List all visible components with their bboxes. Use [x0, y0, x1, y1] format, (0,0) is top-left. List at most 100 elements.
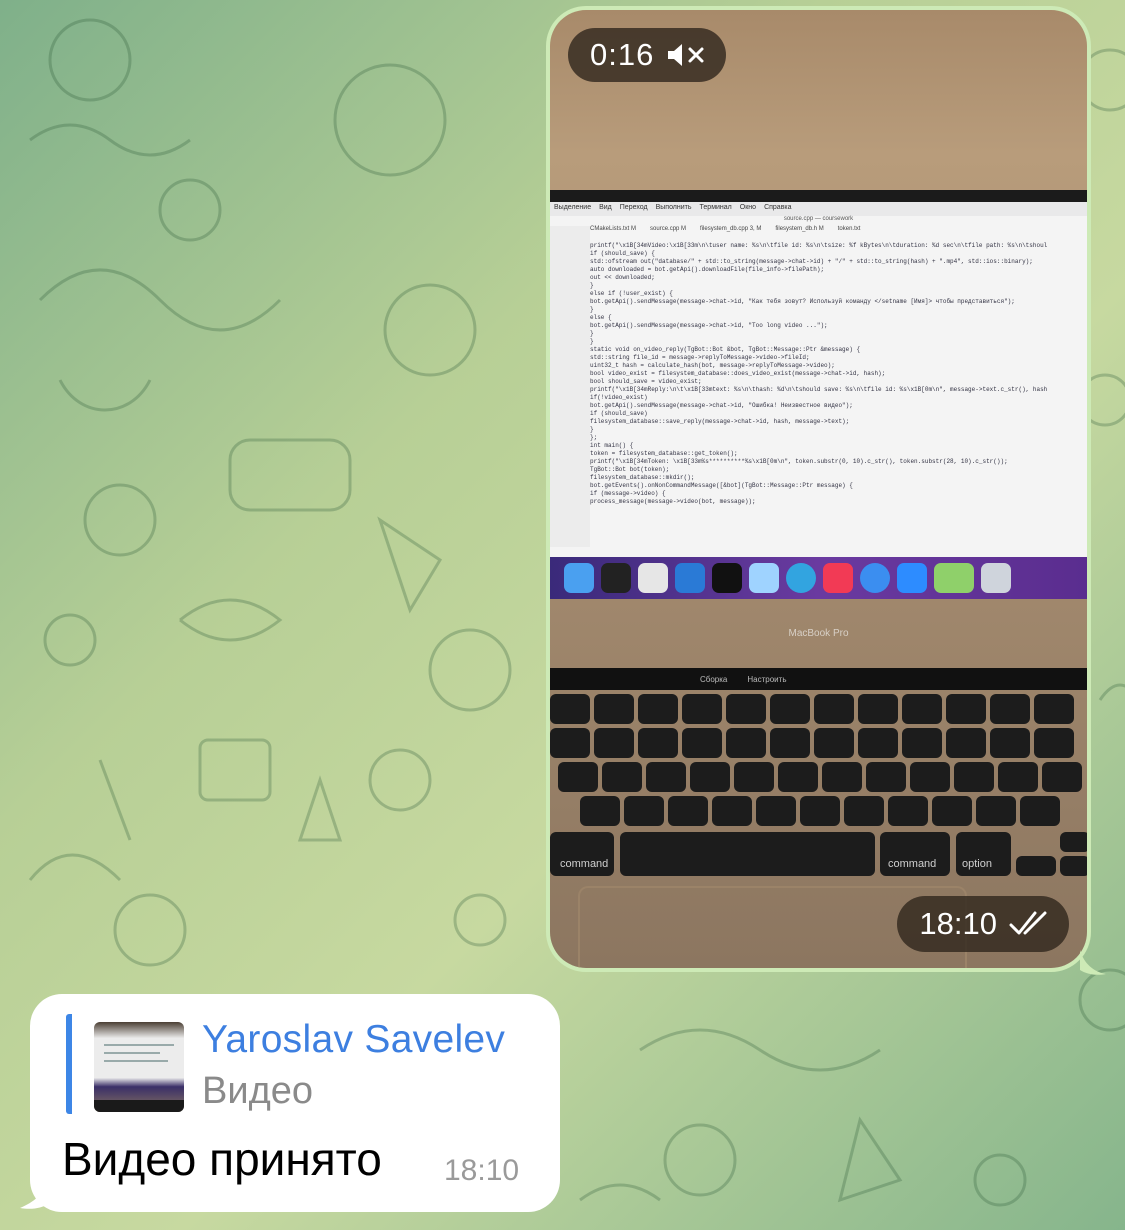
- finder-icon: [564, 563, 594, 593]
- quoted-author: Yaroslav Savelev: [202, 1018, 506, 1061]
- video-keyboard-key: [858, 728, 898, 758]
- video-code-line: }: [590, 306, 594, 313]
- video-menu-item: Переход: [619, 204, 648, 211]
- video-keyboard-key: [550, 694, 590, 724]
- video-code-line: if (should_save) {: [590, 250, 655, 257]
- video-editor-tab: filesystem_db.h M: [775, 226, 824, 232]
- video-editor-tab: token.txt: [837, 226, 861, 232]
- trash-icon: [981, 563, 1011, 593]
- video-keyboard-key: [1034, 728, 1074, 758]
- video-code-line: bot.getApi().sendMessage(message->chat->…: [590, 402, 853, 409]
- activity-monitor-icon: [601, 563, 631, 593]
- video-keyboard-key: [814, 694, 854, 724]
- video-code-line: if(!video_exist): [590, 394, 648, 401]
- video-keyboard-key: [800, 796, 840, 826]
- video-code-line: int main() {: [590, 442, 634, 449]
- video-keyboard-key: [998, 762, 1038, 792]
- quoted-video-thumbnail: [94, 1022, 184, 1112]
- video-code-line: printf("\x1B[34mVideo:\x1B[33m\n\tuser n…: [590, 242, 1048, 249]
- thumbnail-keyboard: [94, 1100, 184, 1112]
- video-keyboard-key: [682, 728, 722, 758]
- settings-icon: [638, 563, 668, 593]
- double-check-icon: [1009, 911, 1047, 935]
- video-keyboard-key: [594, 694, 634, 724]
- video-menu-item: Окно: [739, 204, 757, 211]
- zoom-icon: [897, 563, 927, 593]
- video-code-line: out << downloaded;: [590, 274, 655, 281]
- video-keyboard-key: [990, 728, 1030, 758]
- video-code-line: }: [590, 338, 594, 345]
- video-keyboard-key: [866, 762, 906, 792]
- outgoing-bubble-tail: [1080, 950, 1106, 975]
- thumbnail-code-line: [104, 1044, 174, 1046]
- video-code-line: bot.getApi().sendMessage(message->chat->…: [590, 322, 828, 329]
- video-ide-window: Выделение Вид Переход Выполнить Терминал…: [550, 202, 1087, 575]
- video-code-line: }: [590, 426, 594, 433]
- video-code-line: else {: [590, 314, 612, 321]
- video-keyboard-key: [770, 728, 810, 758]
- video-code-line: static void on_video_reply(TgBot::Bot &b…: [590, 346, 861, 353]
- video-code-editor: printf("\x1B[34mVideo:\x1B[33m\n\tuser n…: [590, 242, 1051, 547]
- video-key-option: option: [956, 832, 1011, 876]
- video-menu-item: Вид: [599, 204, 612, 211]
- video-keyboard-key: [602, 762, 642, 792]
- video-keyboard-key: [932, 796, 972, 826]
- video-keyboard-key: [638, 694, 678, 724]
- downloads-icon: [934, 563, 974, 593]
- video-code-line: printf("\x1B[34mToken: \x1B[33m%s*******…: [590, 458, 1008, 465]
- video-keyboard-key: [682, 694, 722, 724]
- video-keyboard-key: [594, 728, 634, 758]
- video-mac-menubar: Выделение Вид Переход Выполнить Терминал…: [550, 202, 1087, 216]
- video-time-badge: 18:10: [897, 896, 1069, 952]
- video-keyboard-key: [822, 762, 862, 792]
- video-keyboard-key: [726, 728, 766, 758]
- video-keyboard-key: [712, 796, 752, 826]
- video-menu-item: Терминал: [699, 204, 732, 211]
- video-editor-tab: CMakeLists.txt M: [590, 226, 637, 232]
- video-keyboard-key: [1020, 796, 1060, 826]
- video-player[interactable]: Выделение Вид Переход Выполнить Терминал…: [550, 10, 1087, 968]
- video-duration-badge[interactable]: 0:16: [568, 28, 727, 82]
- video-laptop-label: MacBook Pro: [788, 628, 849, 639]
- video-code-line: auto downloaded = bot.getApi().downloadF…: [590, 266, 825, 273]
- touchbar-item: Сборка: [700, 674, 728, 684]
- message-text: Видео принято: [62, 1133, 382, 1185]
- outgoing-video-message[interactable]: Выделение Вид Переход Выполнить Терминал…: [546, 6, 1091, 972]
- video-code-line: };: [590, 434, 598, 441]
- video-key-command-right: command: [880, 832, 950, 876]
- video-editor-tabs: CMakeLists.txt M source.cpp M filesystem…: [550, 226, 1087, 236]
- key-label: command: [888, 858, 937, 870]
- video-code-line: }: [590, 282, 594, 289]
- video-key-arrow-up: [1060, 832, 1087, 852]
- video-code-line: bool video_exist = filesystem_database::…: [590, 370, 886, 377]
- video-key-arrow-left: [1016, 856, 1056, 876]
- video-menu-item: Выделение: [554, 204, 592, 211]
- video-key-arrow-down: [1060, 856, 1087, 876]
- thumbnail-code-line: [104, 1060, 168, 1062]
- video-code-line: if (message->video) {: [590, 490, 666, 497]
- cloud-app-icon: [749, 563, 779, 593]
- reply-quote[interactable]: Yaroslav Savelev Видео: [66, 1014, 532, 1114]
- speaker-muted-icon[interactable]: [666, 42, 706, 68]
- video-keyboard-key: [946, 694, 986, 724]
- video-keyboard-key: [888, 796, 928, 826]
- video-keyboard-key: [734, 762, 774, 792]
- video-menu-item: Выполнить: [655, 204, 692, 211]
- video-key-space: [620, 832, 875, 876]
- video-mac-dock: [550, 557, 1087, 599]
- video-code-line: bool should_save = video_exist;: [590, 378, 702, 385]
- video-duration: 0:16: [590, 37, 655, 72]
- video-keyboard-key: [990, 694, 1030, 724]
- video-keyboard-key: [770, 694, 810, 724]
- video-code-line: bot.getEvents().onNonCommandMessage([&bo…: [590, 482, 853, 489]
- video-code-line: filesystem_database::save_reply(message-…: [590, 418, 850, 425]
- video-keyboard-key: [778, 762, 818, 792]
- vscode-icon: [675, 563, 705, 593]
- video-code-line: std::string file_id = message->replyToMe…: [590, 354, 810, 361]
- video-code-line: if (should_save): [590, 410, 648, 417]
- quoted-message-type: Видео: [202, 1070, 314, 1112]
- incoming-reply-message[interactable]: Yaroslav Savelev Видео Видео принято 18:…: [30, 994, 560, 1212]
- message-timestamp: 18:10: [444, 1154, 520, 1187]
- touchbar-item: Настроить: [747, 674, 787, 684]
- safari-icon: [860, 563, 890, 593]
